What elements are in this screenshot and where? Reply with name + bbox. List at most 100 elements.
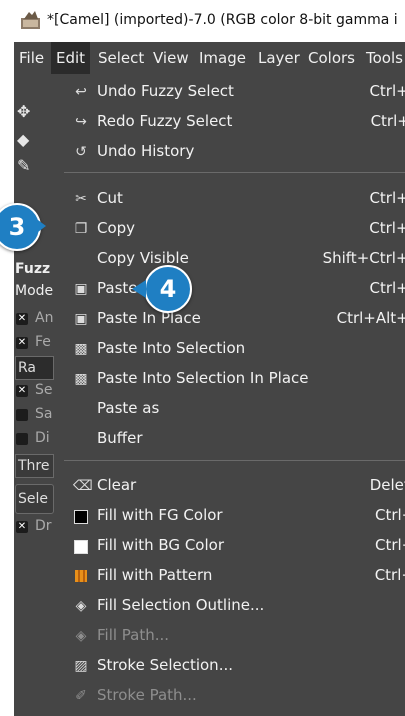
option-label-antialiasing: An [35,310,54,326]
bucket-icon: ◈ [75,598,87,614]
pattern-icon [73,568,89,584]
menu-item-shortcut: Ctrl+, [374,506,405,524]
menu-item-label: Copy [97,219,136,237]
paste-into-icon: ▩ [74,371,88,387]
clear-icon: ⌫ [73,478,93,494]
menu-item-label: Buffer [97,429,143,447]
menu-layer[interactable]: Layer [253,42,305,74]
gimp-app-icon [21,11,40,29]
step-pointer-3 [34,217,46,235]
menu-image[interactable]: Image [194,42,251,74]
menu-bar: File Edit Select View Image Layer Colors… [14,42,405,74]
menu-separator [64,172,405,173]
menu-item-label: Fill with FG Color [97,506,223,524]
menu-edit[interactable]: Edit [51,42,91,74]
stroke-selection-icon: ▨ [74,658,88,674]
menu-item-stroke-selection[interactable]: ▨ Stroke Selection... [64,651,405,681]
option-checkbox-antialiasing[interactable]: ✕ [16,313,28,325]
step-badge-4: 4 [144,265,192,313]
menu-item-shortcut: Ctrl+C [369,219,405,237]
option-checkbox-diagonal[interactable] [16,433,28,445]
tool-options-panel: ✥ ◆ ✎ Fuzz Mode ✕ An ✕ Fe Ra ✕ Se Sa Di … [14,74,54,716]
menu-item-cut[interactable]: ✂ Cut Ctrl+X [64,184,405,214]
menu-item-label: Paste In Place [97,309,201,327]
menu-item-fill-fg[interactable]: Fill with FG Color Ctrl+, [64,501,405,531]
threshold-slider[interactable]: Thre [15,454,54,478]
menu-item-copy-visible[interactable]: Copy Visible Shift+Ctrl+C [64,244,405,274]
option-checkbox-draw-mask[interactable]: ✕ [16,521,28,533]
menu-item-buffer[interactable]: Buffer > [64,424,405,454]
menu-item-stroke-path: ✐ Stroke Path... [64,681,405,711]
radius-field[interactable]: Ra [15,356,54,380]
menu-colors[interactable]: Colors [303,42,360,74]
menu-item-copy[interactable]: ❐ Copy Ctrl+C [64,214,405,244]
menu-item-label: Clear [97,476,137,494]
menu-item-shortcut: Delete [369,476,405,494]
undo-icon: ↩ [75,84,87,100]
menu-item-label: Paste as [97,399,160,417]
scissors-icon: ✂ [75,191,87,207]
color-picker-tool-icon[interactable]: ✎ [17,156,30,175]
option-label-draw-mask: Dr [35,518,52,534]
menu-item-shortcut: Ctrl+Alt+V [336,309,405,327]
menu-item-label: Fill with Pattern [97,566,213,584]
menu-item-label: Copy Visible [97,249,189,267]
paste-into-icon: ▩ [74,341,88,357]
menu-item-label: Redo Fuzzy Select [97,112,233,130]
menu-item-label: Fill Selection Outline... [97,596,265,614]
bucket-tool-icon[interactable]: ◆ [17,130,29,149]
menu-item-label: Fill with BG Color [97,536,224,554]
fg-color-icon [73,508,89,524]
menu-item-redo[interactable]: ↪ Redo Fuzzy Select Ctrl+Y [64,107,405,137]
option-label-diagonal: Di [35,430,50,446]
menu-item-fill-pattern[interactable]: Fill with Pattern Ctrl+; [64,561,405,591]
mode-label: Mode [15,283,54,299]
menu-item-label: Paste Into Selection [97,339,246,357]
menu-view[interactable]: View [148,42,194,74]
menu-item-paste-in-place[interactable]: ▣ Paste In Place Ctrl+Alt+V [64,304,405,334]
menu-tools[interactable]: Tools [361,42,405,74]
menu-item-shortcut: Shift+Ctrl+C [322,249,405,267]
menu-item-paste[interactable]: ▣ Paste Ctrl+V [64,274,405,304]
menu-item-fill-path: ◈ Fill Path... [64,621,405,651]
menu-item-shortcut: Ctrl+X [369,189,405,207]
menu-item-fill-selection-outline[interactable]: ◈ Fill Selection Outline... [64,591,405,621]
undo-history-icon: ↺ [75,144,87,160]
option-label-sample-merged: Sa [35,406,53,422]
option-checkbox-select-transparent[interactable]: ✕ [16,385,28,397]
tool-name-label: Fuzz [15,261,51,277]
menu-item-label: Cut [97,189,123,207]
app-window: *[Camel] (imported)-7.0 (RGB color 8-bit… [14,0,405,716]
paste-icon: ▣ [74,281,88,297]
window-title: *[Camel] (imported)-7.0 (RGB color 8-bit… [47,12,398,28]
title-bar: *[Camel] (imported)-7.0 (RGB color 8-bit… [14,0,405,42]
select-by-dropdown[interactable]: Sele [15,484,54,514]
bg-color-icon [73,538,89,554]
menu-item-clear[interactable]: ⌫ Clear Delete [64,471,405,501]
edit-menu-dropdown: ↩ Undo Fuzzy Select Ctrl+Z ↪ Redo Fuzzy … [64,74,405,716]
menu-item-undo[interactable]: ↩ Undo Fuzzy Select Ctrl+Z [64,77,405,107]
option-checkbox-feather[interactable]: ✕ [16,337,28,349]
menu-item-paste-as[interactable]: Paste as > [64,394,405,424]
menu-item-shortcut: Ctrl+. [374,536,405,554]
menu-item-label: Stroke Selection... [97,656,233,674]
menu-select[interactable]: Select [93,42,149,74]
menu-separator [64,460,405,461]
menu-item-paste-into-selection[interactable]: ▩ Paste Into Selection [64,334,405,364]
copy-icon: ❐ [74,221,88,237]
stroke-path-icon: ✐ [75,688,87,704]
option-checkbox-sample-merged[interactable] [16,409,28,421]
menu-item-fill-bg[interactable]: Fill with BG Color Ctrl+. [64,531,405,561]
menu-file[interactable]: File [14,42,49,74]
redo-icon: ↪ [75,114,87,130]
menu-item-label: Paste Into Selection In Place [97,369,309,387]
menu-item-paste-into-selection-in-place[interactable]: ▩ Paste Into Selection In Place [64,364,405,394]
menu-item-label: Undo Fuzzy Select [97,82,234,100]
menu-item-shortcut: Ctrl+; [374,566,405,584]
move-tool-icon[interactable]: ✥ [17,102,30,121]
step-pointer-4 [132,280,146,298]
menu-item-undo-history[interactable]: ↺ Undo History [64,137,405,167]
menu-item-label: Stroke Path... [97,686,197,704]
menu-item-label: Fill Path... [97,626,170,644]
menu-item-shortcut: Ctrl+V [369,279,405,297]
